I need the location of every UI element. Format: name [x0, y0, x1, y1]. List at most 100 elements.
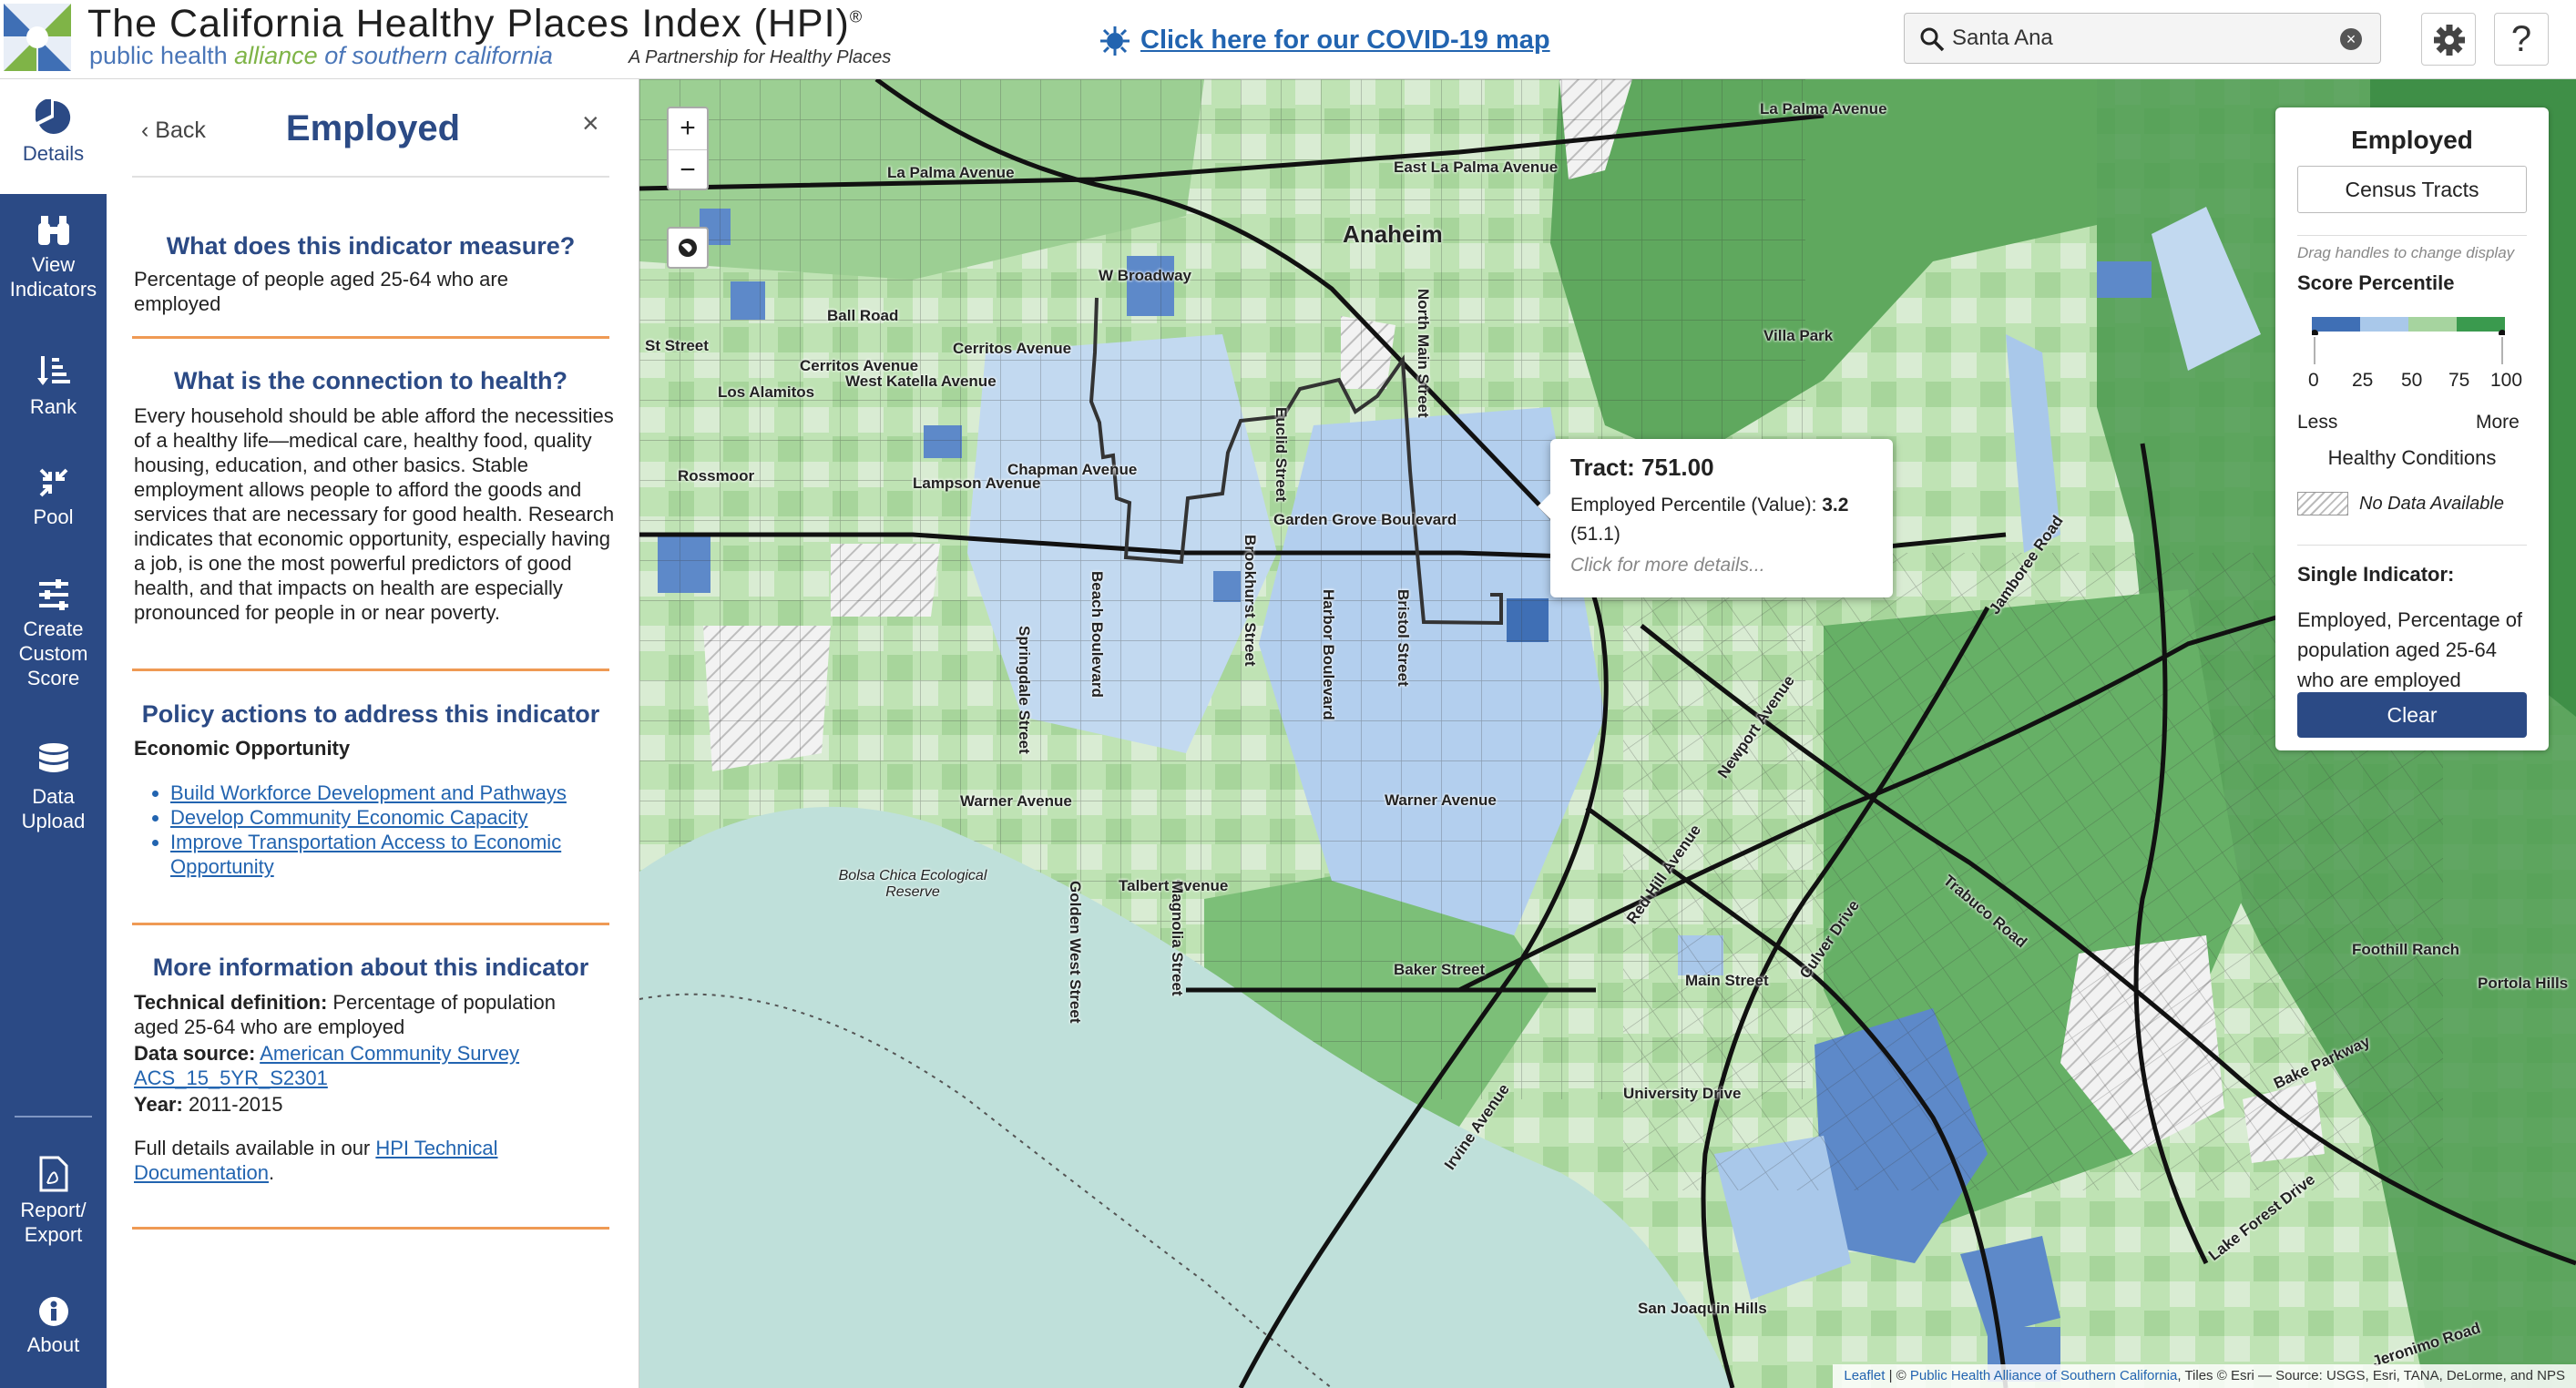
less-label: Less: [2297, 412, 2338, 433]
color-scale: [2312, 317, 2505, 335]
map-label: Cerritos Avenue: [953, 340, 1072, 357]
tick-label: 75: [2448, 370, 2470, 391]
nav-create-custom-score[interactable]: Create Custom Score: [0, 578, 107, 690]
health-connection-text: Every household should be able afford th…: [134, 404, 615, 624]
nav-report-export[interactable]: Report/ Export: [0, 1156, 107, 1247]
tagline: A Partnership for Healthy Places: [629, 47, 892, 67]
left-nav: Details View Indicators Rank Pool Create…: [0, 79, 107, 1388]
map-label: Harbor Boulevard: [1320, 589, 1337, 720]
globe-icon: [679, 239, 697, 257]
divider: [2297, 545, 2527, 546]
tick-label: 0: [2308, 370, 2319, 391]
leaflet-link[interactable]: Leaflet: [1844, 1368, 1885, 1383]
search-box[interactable]: ×: [1904, 13, 2381, 64]
tick-label: 50: [2401, 370, 2423, 391]
nav-divider: [15, 1116, 92, 1118]
no-data-label: No Data Available: [2359, 494, 2504, 514]
clear-button[interactable]: Clear: [2297, 692, 2527, 738]
search-icon: [1920, 27, 1945, 52]
policy-link[interactable]: Improve Transportation Access to Economi…: [170, 831, 561, 878]
nav-label: Create Custom Score: [18, 617, 88, 689]
map-label: Bolsa Chica Ecological Reserve: [838, 868, 987, 900]
map-label: Foothill Ranch: [2352, 941, 2460, 958]
divider: [2297, 235, 2527, 236]
map-label: Magnolia Street: [1169, 881, 1186, 996]
nav-label: Report/ Export: [20, 1199, 87, 1246]
map-label: Golden West Street: [1067, 881, 1084, 1024]
policy-link[interactable]: Develop Community Economic Capacity: [170, 806, 528, 829]
tract-popup[interactable]: Tract: 751.00 Employed Percentile (Value…: [1538, 439, 1893, 597]
divider: [132, 923, 609, 925]
measure-heading: What does this indicator measure?: [166, 232, 576, 260]
data-source: Data source: American Community Survey A…: [134, 1042, 520, 1089]
color-swatch-25-50: [2360, 317, 2408, 332]
map[interactable]: + − La Palma Avenue La Palma Avenue East…: [639, 79, 2576, 1388]
tick-label: 100: [2490, 370, 2523, 391]
settings-button[interactable]: [2421, 13, 2476, 66]
phasoc-link[interactable]: Public Health Alliance of Southern Calif…: [1910, 1368, 2178, 1383]
covid-map-link[interactable]: Click here for our COVID-19 map: [1140, 26, 1550, 56]
map-label: Portola Hills: [2478, 975, 2569, 992]
popup-value: Employed Percentile (Value): 3.2 (51.1): [1570, 495, 1849, 545]
divider: [132, 1227, 609, 1230]
policy-link[interactable]: Build Workforce Development and Pathways: [170, 781, 567, 804]
map-label: Garden Grove Boulevard: [1273, 511, 1457, 528]
technical-definition: Technical definition: Percentage of popu…: [134, 991, 557, 1038]
divider: [132, 176, 609, 178]
pool-icon: [39, 468, 67, 497]
drag-hint: Drag handles to change display: [2297, 244, 2515, 261]
nav-label: Details: [22, 142, 85, 165]
hpi-logo-icon[interactable]: [4, 4, 71, 71]
city-label: Anaheim: [1343, 220, 1443, 248]
tick-marks: [2314, 337, 2503, 364]
org-name: public health alliance of southern calif…: [89, 42, 553, 69]
color-swatch-0-25: [2312, 317, 2360, 332]
single-indicator-label: Single Indicator:: [2297, 563, 2455, 586]
virus-icon[interactable]: [1099, 26, 1130, 56]
rank-icon: [36, 356, 70, 385]
map-label: Beach Boulevard: [1089, 571, 1106, 698]
nav-details[interactable]: Details: [0, 79, 107, 194]
pie-chart-icon: [35, 99, 70, 134]
policy-subheading: Economic Opportunity: [134, 737, 351, 760]
map-label: Springdale Street: [1016, 626, 1033, 754]
gear-icon: [2434, 25, 2465, 56]
map-label: Main Street: [1685, 972, 1769, 989]
search-input[interactable]: [1952, 21, 2316, 56]
help-button[interactable]: ?: [2494, 13, 2549, 66]
map-legend: Employed Census Tracts Drag handles to c…: [2275, 107, 2549, 750]
list-item: Build Workforce Development and Pathways: [170, 781, 626, 805]
map-label: Lampson Avenue: [913, 475, 1041, 492]
nav-about[interactable]: About: [0, 1296, 107, 1357]
panel-title: Employed: [285, 108, 461, 148]
map-label: Bristol Street: [1395, 589, 1412, 687]
nav-label: Rank: [29, 395, 77, 418]
zoom-out-button[interactable]: −: [669, 149, 707, 190]
color-swatch-75-100: [2457, 317, 2505, 332]
basemap-button[interactable]: [667, 227, 709, 269]
database-icon: [38, 743, 68, 772]
map-label: Euclid Street: [1273, 407, 1290, 502]
map-label: Rossmoor: [678, 467, 755, 485]
map-label: Baker Street: [1394, 961, 1486, 978]
help-icon: ?: [2510, 19, 2532, 59]
pdf-icon: [39, 1156, 67, 1192]
zoom-in-button[interactable]: +: [669, 108, 707, 149]
close-icon[interactable]: ×: [582, 107, 599, 140]
clear-search-icon[interactable]: ×: [2340, 28, 2362, 50]
nav-label: Pool: [33, 505, 74, 528]
geography-select[interactable]: Census Tracts: [2297, 166, 2527, 213]
list-item: Improve Transportation Access to Economi…: [170, 830, 626, 879]
nav-pool[interactable]: Pool: [0, 466, 107, 529]
nav-label: Data Upload: [21, 785, 86, 832]
more-label: More: [2476, 412, 2520, 433]
popup-more-link[interactable]: Click for more details...: [1570, 555, 1873, 577]
map-label: Brookhurst Street: [1242, 535, 1259, 667]
map-label: Villa Park: [1763, 327, 1834, 344]
more-info-heading: More information about this indicator: [152, 954, 589, 981]
nav-view-indicators[interactable]: View Indicators: [0, 214, 107, 301]
nav-rank[interactable]: Rank: [0, 352, 107, 419]
policy-heading: Policy actions to address this indicator: [141, 700, 600, 728]
nav-data-upload[interactable]: Data Upload: [0, 742, 107, 833]
details-panel: ‹ Back Employed × What does this indicat…: [107, 79, 639, 1388]
